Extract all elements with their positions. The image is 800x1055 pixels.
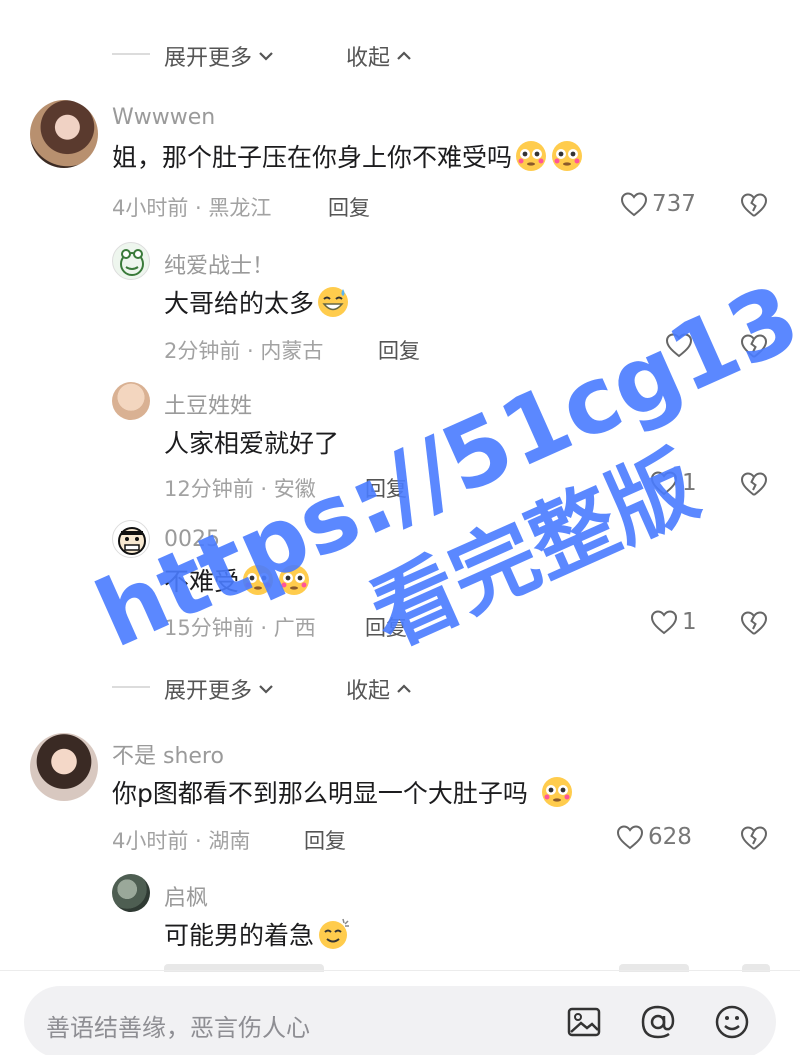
divider-line xyxy=(112,53,150,55)
heart-icon xyxy=(620,192,648,217)
avatar[interactable] xyxy=(112,520,150,558)
broken-heart-icon xyxy=(740,334,768,358)
expand-row-top: 展开更多 收起 xyxy=(0,34,800,74)
chevron-up-icon xyxy=(397,684,411,693)
fold-label: 收起 xyxy=(346,46,391,71)
expand-more-button[interactable]: 展开更多 xyxy=(164,40,276,72)
avatar[interactable] xyxy=(112,874,150,912)
flushed-face-icon xyxy=(552,141,583,171)
expand-more-button[interactable]: 展开更多 xyxy=(164,673,276,705)
avatar[interactable] xyxy=(112,242,150,280)
expand-more-label: 展开更多 xyxy=(164,46,253,71)
divider-line xyxy=(112,686,150,688)
broken-heart-icon xyxy=(740,826,768,850)
reply-button[interactable]: 回复 xyxy=(365,473,407,503)
flushed-face-icon xyxy=(279,565,310,595)
flushed-face-icon xyxy=(516,141,547,171)
heart-icon xyxy=(616,825,644,850)
avatar[interactable] xyxy=(112,382,150,420)
reply-text: 大哥给的太多 xyxy=(164,284,350,320)
broken-heart-icon xyxy=(740,472,768,496)
comment-meta: 4小时前 · 湖南 xyxy=(112,829,251,853)
reply-text-body: 可能男的着急 xyxy=(164,921,315,950)
reply-text-body: 人家相爱就好了 xyxy=(164,429,340,458)
like-button[interactable]: 628 xyxy=(616,824,692,850)
like-button[interactable] xyxy=(665,332,697,358)
dislike-button[interactable] xyxy=(740,610,768,640)
frog-avatar-icon xyxy=(120,249,144,276)
comment-username[interactable]: 不是 shero xyxy=(112,738,224,770)
image-icon[interactable] xyxy=(564,1002,604,1042)
avatar[interactable] xyxy=(30,100,98,168)
dizzy-smile-face-icon xyxy=(319,918,350,949)
reply-text: 可能男的着急 xyxy=(164,916,350,952)
like-button[interactable]: 1 xyxy=(650,470,697,496)
comment-meta: 4小时前 · 黑龙江 xyxy=(112,196,272,220)
comment-text: 你p图都看不到那么明显一个大肚子吗 xyxy=(112,774,574,810)
fold-button[interactable]: 收起 xyxy=(346,673,414,705)
like-button[interactable]: 1 xyxy=(650,609,697,635)
reply-meta: 15分钟前 · 广西 xyxy=(164,616,316,640)
chevron-up-icon xyxy=(397,51,411,60)
broken-heart-icon xyxy=(740,193,768,217)
at-icon[interactable] xyxy=(638,1002,678,1042)
heart-icon xyxy=(650,610,678,635)
flushed-face-icon xyxy=(541,777,572,807)
cartoon-face-icon xyxy=(118,527,146,555)
like-count: 1 xyxy=(682,609,697,635)
broken-heart-icon xyxy=(740,611,768,635)
like-count: 1 xyxy=(682,470,697,496)
reply-text-body: 大哥给的太多 xyxy=(164,289,315,318)
dislike-button[interactable] xyxy=(740,825,768,855)
comment-input-bar[interactable]: 善语结善缘，恶言伤人心 xyxy=(24,986,776,1055)
comment-input[interactable]: 善语结善缘，恶言伤人心 xyxy=(46,1008,310,1043)
expand-more-label: 展开更多 xyxy=(164,679,253,704)
chevron-down-icon xyxy=(259,685,273,694)
reply-username[interactable]: 启枫 xyxy=(164,880,208,912)
expand-row-middle: 展开更多 收起 xyxy=(0,667,800,707)
comment-text-body: 你p图都看不到那么明显一个大肚子吗 xyxy=(112,779,528,808)
avatar[interactable] xyxy=(30,733,98,801)
comment-username[interactable]: Wwwwen xyxy=(112,105,215,130)
dislike-button[interactable] xyxy=(740,471,768,501)
reply-text: 不难受 xyxy=(164,562,311,598)
reply-text: 人家相爱就好了 xyxy=(164,424,339,460)
reply-meta: 12分钟前 · 安徽 xyxy=(164,477,316,501)
fold-label: 收起 xyxy=(346,679,391,704)
reply-username[interactable]: 0025 xyxy=(164,527,220,552)
reply-text-body: 不难受 xyxy=(164,567,240,596)
bottom-divider xyxy=(0,970,800,971)
reply-username[interactable]: 土豆姓姓 xyxy=(164,388,252,420)
grinning-sweat-face-icon xyxy=(318,287,349,317)
heart-icon xyxy=(665,333,693,358)
reply-meta: 2分钟前 · 内蒙古 xyxy=(164,339,324,363)
comment-text: 姐，那个肚子压在你身上你不难受吗 xyxy=(112,138,584,174)
like-button[interactable]: 737 xyxy=(620,191,696,217)
flushed-face-icon xyxy=(243,565,274,595)
dislike-button[interactable] xyxy=(740,192,768,222)
like-count: 737 xyxy=(652,191,696,217)
emoji-icon[interactable] xyxy=(712,1002,752,1042)
reply-button[interactable]: 回复 xyxy=(328,192,370,222)
dislike-button[interactable] xyxy=(740,333,768,363)
comment-text-body: 姐，那个肚子压在你身上你不难受吗 xyxy=(112,143,513,172)
reply-button[interactable]: 回复 xyxy=(378,335,420,365)
reply-button[interactable]: 回复 xyxy=(304,825,346,855)
like-count: 628 xyxy=(648,824,692,850)
heart-icon xyxy=(650,471,678,496)
reply-button[interactable]: 回复 xyxy=(365,612,407,642)
fold-button[interactable]: 收起 xyxy=(346,40,414,72)
reply-username[interactable]: 纯爱战士！ xyxy=(164,248,274,280)
chevron-down-icon xyxy=(259,52,273,61)
